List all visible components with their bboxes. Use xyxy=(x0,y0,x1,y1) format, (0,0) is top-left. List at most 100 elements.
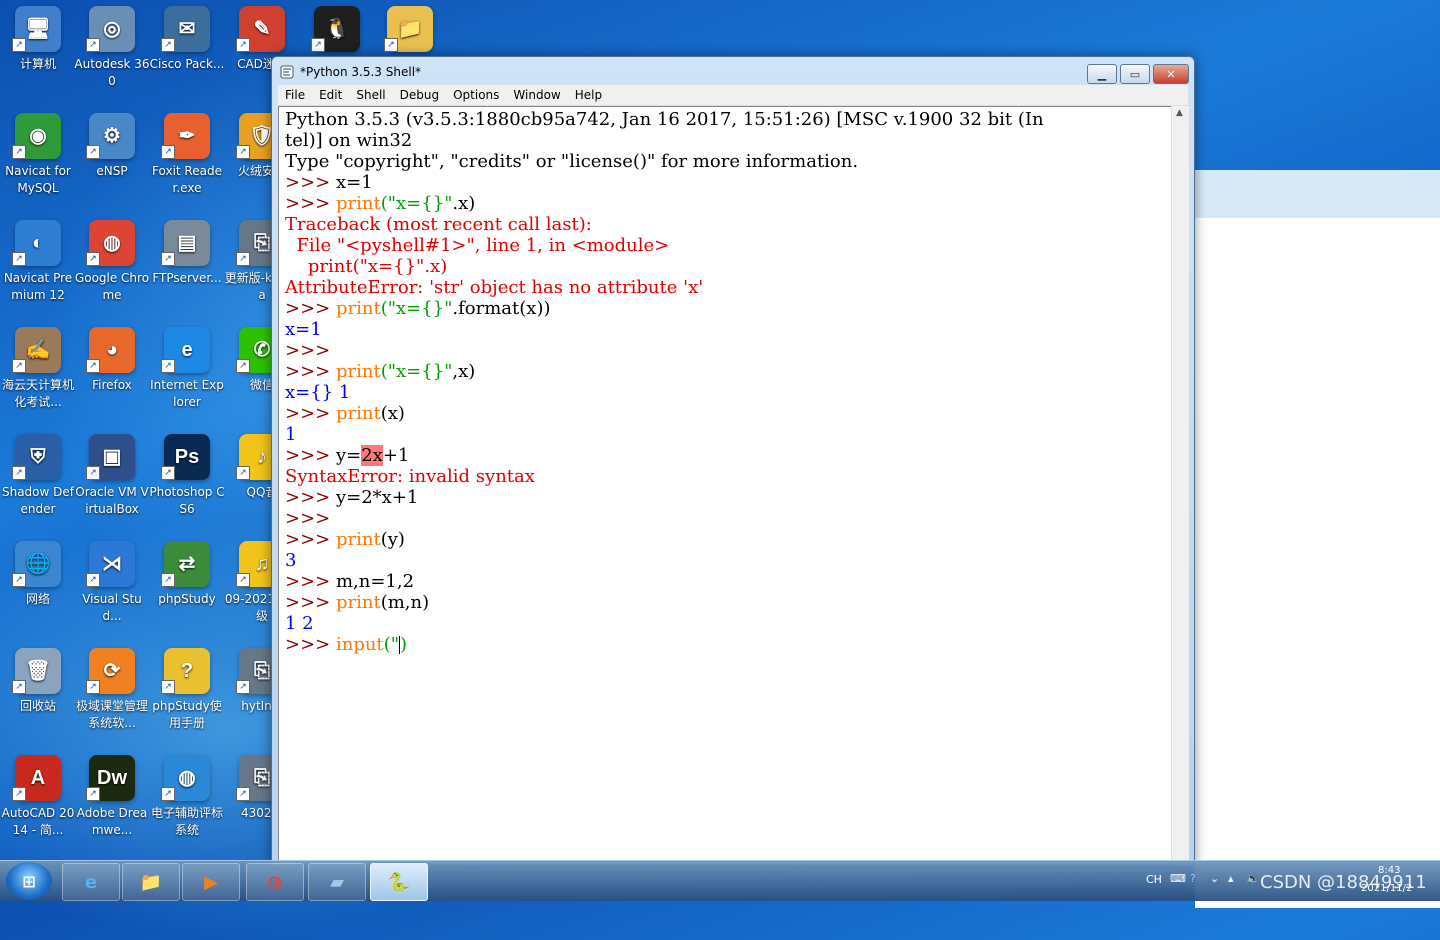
desktop-icon-label: Shadow Defender xyxy=(1,485,74,516)
desktop-icon[interactable]: ◉ ↗ Navicat for MySQL xyxy=(0,107,76,207)
desktop-icon[interactable]: ⛨ ↗ Shadow Defender xyxy=(0,428,76,528)
input-code: .x) xyxy=(452,193,476,214)
desktop-icon[interactable]: ? ↗ phpStudy使用手册 xyxy=(149,642,225,742)
string-literal: ) xyxy=(399,634,408,655)
builtin-keyword: print xyxy=(335,361,381,382)
menu-window[interactable]: Window xyxy=(506,88,567,102)
clock-time[interactable]: 8:43 xyxy=(1378,865,1400,876)
help-icon[interactable]: ? xyxy=(1190,872,1196,885)
desktop-icon[interactable]: ▤ ↗ FTPserver... xyxy=(149,214,225,314)
shell-line: Traceback (most recent call last): xyxy=(285,214,1044,235)
menu-edit[interactable]: Edit xyxy=(312,88,349,102)
syntax-error-highlight: 2x xyxy=(361,445,383,466)
desktop-icon-label: 回收站 xyxy=(19,699,56,713)
desktop-icon[interactable]: ✒ ↗ Foxit Reader.exe xyxy=(149,107,225,207)
taskbar-media[interactable]: ▶ xyxy=(182,863,240,901)
desktop-icon[interactable]: 🌐 ↗ 网络 xyxy=(0,535,76,635)
desktop-icon-label: Photoshop CS6 xyxy=(149,485,225,516)
desktop-icon[interactable]: A ↗ AutoCAD 2014 - 简... xyxy=(0,749,76,849)
taskbar-explorer[interactable]: 📁 xyxy=(122,863,180,901)
desktop-icon[interactable]: e ↗ Internet Explorer xyxy=(149,321,225,421)
shell-text-area[interactable]: Python 3.5.3 (v3.5.3:1880cb95a742, Jan 1… xyxy=(278,106,1172,865)
shell-prompt: >>> xyxy=(285,340,336,361)
shell-line: >>> print("x={}",x) xyxy=(285,361,1044,382)
title-bar[interactable]: *Python 3.5.3 Shell* ▁ ▭ ✕ xyxy=(272,57,1194,87)
desktop-icon[interactable]: ⋊ ↗ Visual Stud... xyxy=(74,535,150,635)
menu-shell[interactable]: Shell xyxy=(349,88,392,102)
desktop-icon-label: Foxit Reader.exe xyxy=(152,164,222,195)
menu-help[interactable]: Help xyxy=(568,88,609,102)
shell-prompt: >>> xyxy=(285,361,336,382)
desktop-icon[interactable]: ◍ ↗ 电子辅助评标系统 xyxy=(149,749,225,849)
shortcut-arrow-icon: ↗ xyxy=(236,38,250,52)
desktop-icon[interactable]: ⟳ ↗ 极域课堂管理系统软... xyxy=(74,642,150,742)
scroll-up-icon[interactable]: ▲ xyxy=(1176,108,1183,118)
desktop-icon[interactable]: ⚙ ↗ eNSP xyxy=(74,107,150,207)
volume-icon[interactable]: 🔈 xyxy=(1246,872,1260,885)
taskbar-python[interactable]: 🐍 xyxy=(370,863,428,901)
shell-prompt: >>> xyxy=(285,193,336,214)
shell-prompt: >>> xyxy=(285,634,336,655)
shell-line: >>> print("x={}".x) xyxy=(285,193,1044,214)
desktop-icon[interactable]: 🖥 ↗ 计算机 xyxy=(0,0,76,100)
desktop-icon[interactable]: Dw ↗ Adobe Dreamwe... xyxy=(74,749,150,849)
input-code: (y) xyxy=(380,529,405,550)
shell-line: Python 3.5.3 (v3.5.3:1880cb95a742, Jan 1… xyxy=(285,109,1044,130)
taskbar-chrome[interactable]: ◍ xyxy=(246,863,304,901)
builtin-keyword: input xyxy=(335,634,384,655)
menu-options[interactable]: Options xyxy=(446,88,506,102)
desktop-icon[interactable]: ▣ ↗ Oracle VM VirtualBox xyxy=(74,428,150,528)
shell-prompt: >>> xyxy=(285,487,336,508)
desktop-icon[interactable]: ✉ ↗ Cisco Pack... xyxy=(149,0,225,100)
builtin-keyword: print xyxy=(335,193,381,214)
shell-prompt: >>> xyxy=(285,445,336,466)
keyboard-icon[interactable]: ⌨ xyxy=(1170,872,1186,885)
maximize-button[interactable]: ▭ xyxy=(1120,64,1150,84)
desktop-icon[interactable]: ◐ ↗ Navicat Premium 12 xyxy=(0,214,76,314)
close-button[interactable]: ✕ xyxy=(1153,64,1189,84)
builtin-keyword: print xyxy=(335,592,381,613)
tray-arrow-icon[interactable]: ⌄ xyxy=(1210,872,1219,885)
shell-prompt: >>> xyxy=(285,508,336,529)
error-text: SyntaxError: invalid syntax xyxy=(285,466,535,487)
desktop-icon[interactable]: ◍ ↗ Google Chrome xyxy=(74,214,150,314)
string-literal: ("x={}" xyxy=(380,193,453,214)
shell-line: >>> y=2*x+1 xyxy=(285,487,1044,508)
media-icon: ▶ xyxy=(204,871,218,893)
shortcut-arrow-icon: ↗ xyxy=(236,573,250,587)
shell-line: >>> xyxy=(285,508,1044,529)
output-text: 1 xyxy=(285,424,297,445)
python-icon: 🐍 xyxy=(387,871,411,893)
shell-line: Type "copyright", "credits" or "license(… xyxy=(285,151,1044,172)
menu-debug[interactable]: Debug xyxy=(393,88,446,102)
shell-line: SyntaxError: invalid syntax xyxy=(285,466,1044,487)
start-button[interactable]: ⊞ xyxy=(6,862,52,900)
folder-icon: 📁 xyxy=(139,871,163,893)
shortcut-arrow-icon: ↗ xyxy=(311,38,325,52)
desktop-icon-label: phpStudy使用手册 xyxy=(152,699,222,730)
clock-date[interactable]: 2021/11/2 xyxy=(1361,883,1412,894)
desktop-icon[interactable]: ◕ ↗ Firefox xyxy=(74,321,150,421)
input-code: x=1 xyxy=(335,172,373,193)
language-indicator[interactable]: CH xyxy=(1146,873,1162,886)
vertical-scrollbar[interactable]: ▲ xyxy=(1171,106,1189,863)
desktop-icon[interactable]: ◎ ↗ Autodesk 360 xyxy=(74,0,150,100)
menu-file[interactable]: File xyxy=(278,88,312,102)
shell-prompt: >>> xyxy=(285,403,336,424)
shortcut-arrow-icon: ↗ xyxy=(161,359,175,373)
taskbar-ie[interactable]: e xyxy=(62,863,120,901)
menu-bar: File Edit Shell Debug Options Window Hel… xyxy=(278,85,1188,105)
minimize-button[interactable]: ▁ xyxy=(1087,64,1117,84)
desktop-icon-label: Internet Explorer xyxy=(150,378,224,409)
desktop-icon[interactable]: ⇄ ↗ phpStudy xyxy=(149,535,225,635)
window-title: *Python 3.5.3 Shell* xyxy=(300,65,422,79)
desktop-icon[interactable]: Ps ↗ Photoshop CS6 xyxy=(149,428,225,528)
shortcut-arrow-icon: ↗ xyxy=(161,787,175,801)
python-shell-window[interactable]: *Python 3.5.3 Shell* ▁ ▭ ✕ File Edit She… xyxy=(271,56,1195,866)
taskbar-notepad[interactable]: ▰ xyxy=(308,863,366,901)
desktop-icon[interactable]: 🗑 ↗ 回收站 xyxy=(0,642,76,742)
desktop-icon[interactable]: ✍ ↗ 海云天计算机化考试... xyxy=(0,321,76,421)
output-text: x=1 xyxy=(285,319,322,340)
show-hidden-icon[interactable]: ▴ xyxy=(1228,872,1234,885)
shortcut-arrow-icon: ↗ xyxy=(86,787,100,801)
